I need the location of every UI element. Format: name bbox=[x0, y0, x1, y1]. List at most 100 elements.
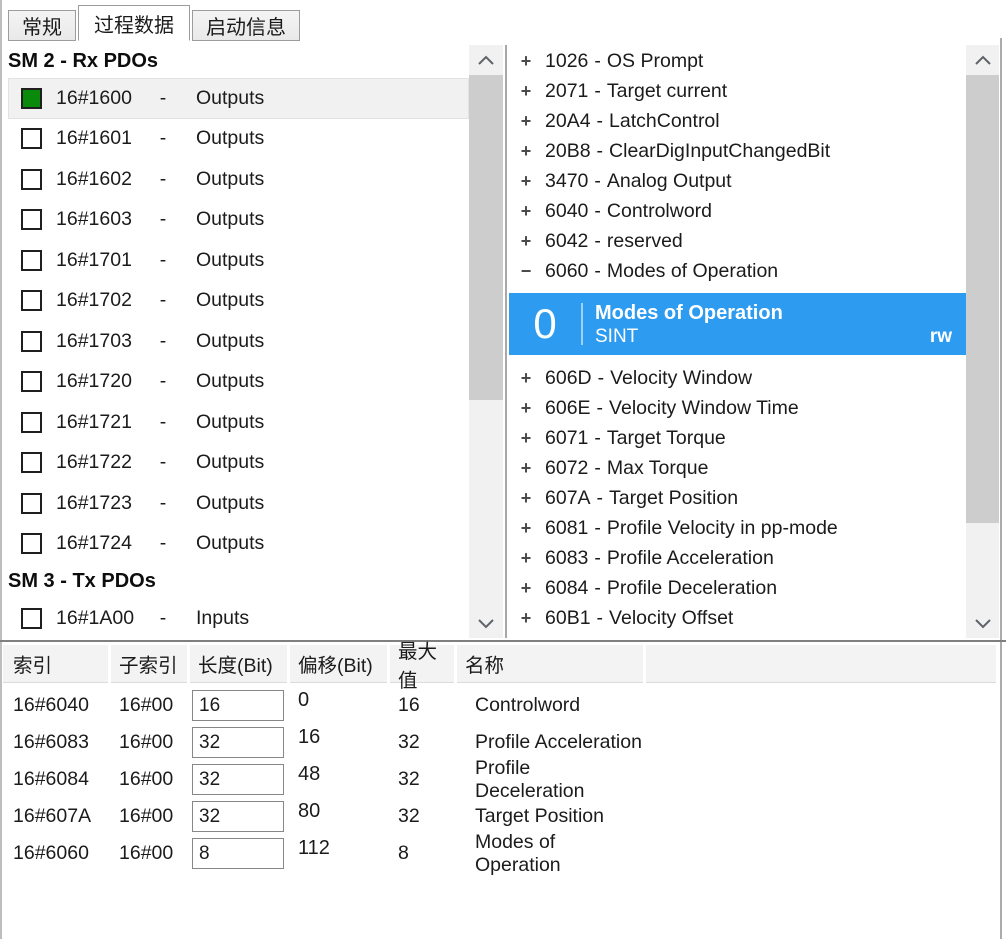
tab-general[interactable]: 常规 bbox=[8, 10, 76, 41]
scrollbar-thumb[interactable] bbox=[966, 75, 999, 523]
expand-icon[interactable]: + bbox=[518, 428, 534, 449]
header-index: 索引 bbox=[3, 645, 108, 683]
tab-startup-info[interactable]: 启动信息 bbox=[192, 10, 300, 41]
length-input[interactable] bbox=[192, 727, 284, 758]
pdo-list-item[interactable]: 16#1601 - Outputs bbox=[8, 119, 469, 160]
mapping-table-row[interactable]: 16#6060 16#00 112 8 Modes of Operation bbox=[3, 835, 996, 872]
expand-icon[interactable]: + bbox=[518, 171, 534, 192]
expand-icon[interactable]: + bbox=[518, 578, 534, 599]
object-tree-item[interactable]: + 6084 - Profile Deceleration bbox=[509, 573, 966, 603]
pdo-list-item[interactable]: 16#1722 - Outputs bbox=[8, 443, 469, 484]
cell-extra bbox=[646, 687, 996, 724]
length-input[interactable] bbox=[192, 838, 284, 869]
pdo-checkbox[interactable] bbox=[21, 88, 42, 109]
pdo-list-item[interactable]: 16#1602 - Outputs bbox=[8, 159, 469, 200]
pdo-list-item[interactable]: 16#1603 - Outputs bbox=[8, 200, 469, 241]
object-tree-item[interactable]: + 606D - Velocity Window bbox=[509, 363, 966, 393]
pdo-checkbox[interactable] bbox=[21, 493, 42, 514]
scroll-up-button[interactable] bbox=[966, 45, 999, 75]
pdo-checkbox[interactable] bbox=[21, 331, 42, 352]
pdo-checkbox[interactable] bbox=[21, 209, 42, 230]
length-input[interactable] bbox=[192, 801, 284, 832]
cell-extra bbox=[646, 835, 996, 872]
scroll-down-button[interactable] bbox=[966, 608, 999, 638]
object-tree-item[interactable]: + 6083 - Profile Acceleration bbox=[509, 543, 966, 573]
object-tree-item[interactable]: + 6071 - Target Torque bbox=[509, 423, 966, 453]
mapping-table-row[interactable]: 16#6084 16#00 48 32 Profile Deceleration bbox=[3, 761, 996, 798]
pdo-checkbox[interactable] bbox=[21, 412, 42, 433]
object-name: Velocity Window Time bbox=[609, 397, 799, 420]
pdo-index: 16#1721 bbox=[56, 411, 144, 434]
scrollbar-thumb[interactable] bbox=[469, 75, 503, 400]
pdo-checkbox[interactable] bbox=[21, 371, 42, 392]
mapping-table-row[interactable]: 16#6083 16#00 16 32 Profile Acceleration bbox=[3, 724, 996, 761]
expand-icon[interactable]: + bbox=[518, 398, 534, 419]
sm3-items: 16#1A00 - Inputs bbox=[8, 598, 469, 638]
object-tree-item[interactable]: + 6081 - Profile Velocity in pp-mode bbox=[509, 513, 966, 543]
pdo-list-item[interactable]: 16#1720 - Outputs bbox=[8, 362, 469, 403]
pdo-index: 16#1602 bbox=[56, 168, 144, 191]
expand-icon[interactable]: − bbox=[518, 261, 534, 282]
pdo-list-item[interactable]: 16#1723 - Outputs bbox=[8, 483, 469, 524]
object-index: 6042 bbox=[545, 230, 588, 253]
object-tree-item[interactable]: + 2071 - Target current bbox=[509, 76, 966, 106]
pdo-list-item[interactable]: 16#1721 - Outputs bbox=[8, 402, 469, 443]
pdo-checkbox[interactable] bbox=[21, 128, 42, 149]
expand-icon[interactable]: + bbox=[518, 111, 534, 132]
pdo-checkbox[interactable] bbox=[21, 169, 42, 190]
object-separator: - bbox=[597, 607, 604, 630]
length-input[interactable] bbox=[192, 690, 284, 721]
expand-icon[interactable]: + bbox=[518, 51, 534, 72]
cell-name: Target Position bbox=[457, 798, 643, 835]
mapping-table-row[interactable]: 16#607A 16#00 80 32 Target Position bbox=[3, 798, 996, 835]
object-tree-item[interactable]: + 20B8 - ClearDigInputChangedBit bbox=[509, 136, 966, 166]
mapping-table-row[interactable]: 16#6040 16#00 0 16 Controlword bbox=[3, 687, 996, 724]
pdo-list-item[interactable]: 16#1701 - Outputs bbox=[8, 240, 469, 281]
pdo-index: 16#1722 bbox=[56, 451, 144, 474]
object-tree-item[interactable]: + 60B1 - Velocity Offset bbox=[509, 603, 966, 633]
cell-offset: 48 bbox=[290, 761, 387, 798]
object-tree-item[interactable]: + 3470 - Analog Output bbox=[509, 166, 966, 196]
object-tree-item[interactable]: + 606E - Velocity Window Time bbox=[509, 393, 966, 423]
expand-icon[interactable]: + bbox=[518, 548, 534, 569]
object-index: 1026 bbox=[545, 50, 588, 73]
object-tree-item[interactable]: + 20A4 - LatchControl bbox=[509, 106, 966, 136]
pdo-checkbox[interactable] bbox=[21, 250, 42, 271]
cell-max: 32 bbox=[390, 761, 454, 798]
expand-icon[interactable]: + bbox=[518, 458, 534, 479]
expand-icon[interactable]: + bbox=[518, 231, 534, 252]
object-tree-item[interactable]: − 6060 - Modes of Operation bbox=[509, 256, 966, 286]
pdo-index: 16#1603 bbox=[56, 208, 144, 231]
object-tree-item[interactable]: + 607A - Target Position bbox=[509, 483, 966, 513]
object-tree-item[interactable]: + 6042 - reserved bbox=[509, 226, 966, 256]
tree-scrollbar[interactable] bbox=[966, 45, 999, 638]
mapping-table-body: 16#6040 16#00 0 16 Controlword 16#6083 1… bbox=[3, 687, 996, 872]
tab-process-data[interactable]: 过程数据 bbox=[78, 5, 190, 41]
cell-length bbox=[190, 724, 287, 761]
expand-icon[interactable]: + bbox=[518, 488, 534, 509]
length-input[interactable] bbox=[192, 764, 284, 795]
object-tree-item[interactable]: + 1026 - OS Prompt bbox=[509, 46, 966, 76]
cell-name: Controlword bbox=[457, 687, 643, 724]
pdo-list-scrollbar[interactable] bbox=[469, 45, 503, 638]
pdo-checkbox[interactable] bbox=[21, 533, 42, 554]
scroll-up-button[interactable] bbox=[469, 45, 503, 75]
expand-icon[interactable]: + bbox=[518, 368, 534, 389]
expand-icon[interactable]: + bbox=[518, 141, 534, 162]
object-tree-item[interactable]: + 6072 - Max Torque bbox=[509, 453, 966, 483]
pdo-list-item[interactable]: 16#1A00 - Inputs bbox=[8, 598, 469, 638]
expand-icon[interactable]: + bbox=[518, 518, 534, 539]
expand-icon[interactable]: + bbox=[518, 608, 534, 629]
pdo-checkbox[interactable] bbox=[21, 290, 42, 311]
scroll-down-button[interactable] bbox=[469, 608, 503, 638]
expand-icon[interactable]: + bbox=[518, 81, 534, 102]
pdo-list-item[interactable]: 16#1600 - Outputs bbox=[8, 78, 469, 119]
selected-subobject-card[interactable]: 0 Modes of Operation SINT rw bbox=[509, 293, 966, 355]
pdo-list-item[interactable]: 16#1724 - Outputs bbox=[8, 524, 469, 565]
object-tree-item[interactable]: + 6040 - Controlword bbox=[509, 196, 966, 226]
expand-icon[interactable]: + bbox=[518, 201, 534, 222]
pdo-checkbox[interactable] bbox=[21, 452, 42, 473]
pdo-list-item[interactable]: 16#1703 - Outputs bbox=[8, 321, 469, 362]
pdo-list-item[interactable]: 16#1702 - Outputs bbox=[8, 281, 469, 322]
pdo-checkbox[interactable] bbox=[21, 608, 42, 629]
